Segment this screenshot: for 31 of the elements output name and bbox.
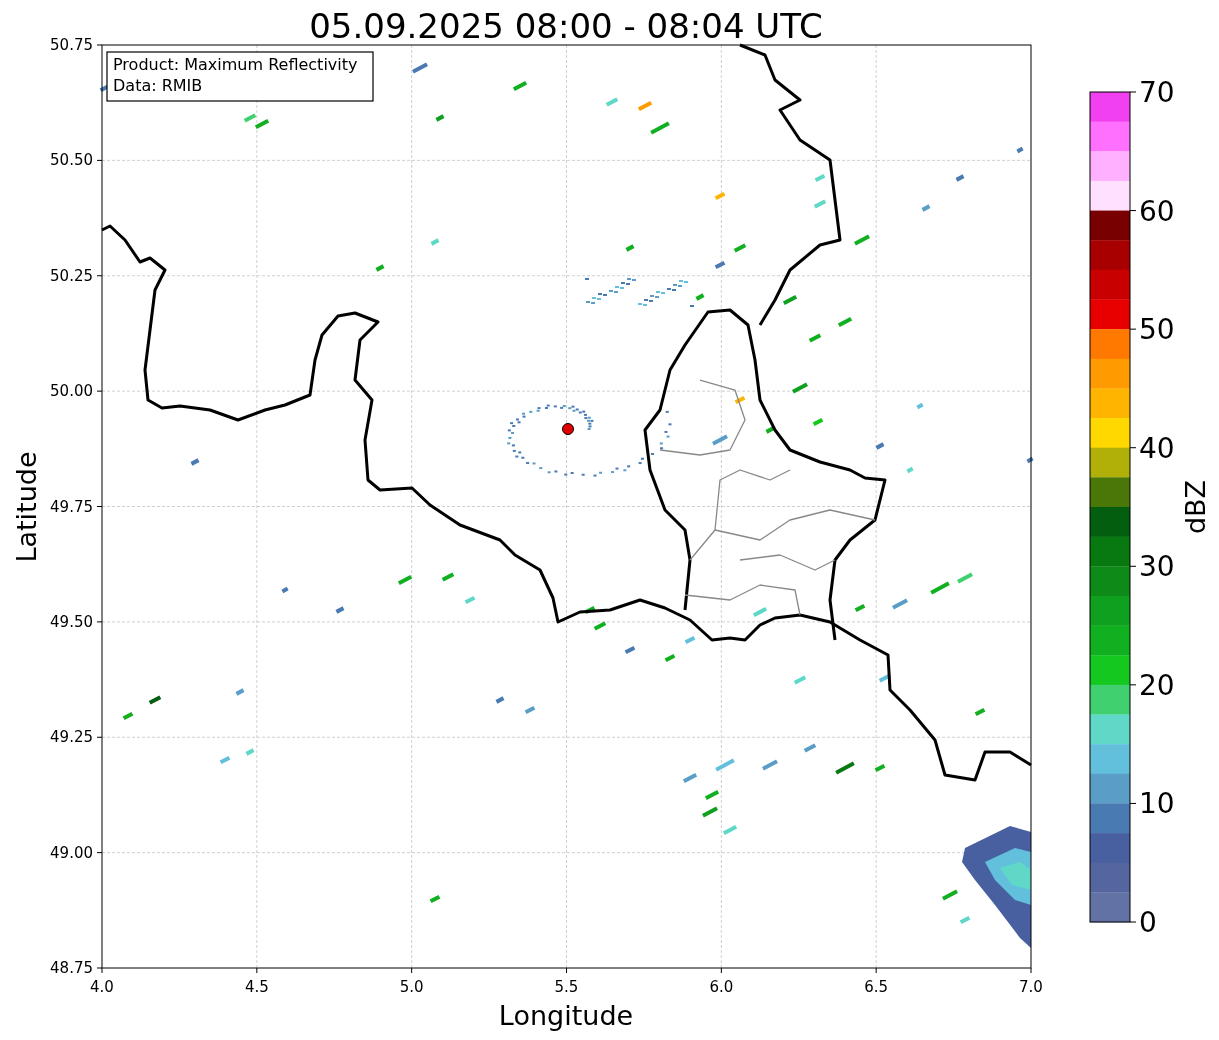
x-tick-label: 5.0 <box>399 978 424 996</box>
y-tick-label: 49.25 <box>50 728 93 747</box>
colorbar-tick-label: 50 <box>1139 313 1175 347</box>
colorbar-tick-label: 70 <box>1139 76 1175 109</box>
y-tick-label: 50.50 <box>50 151 93 170</box>
radar-station-marker <box>562 423 574 435</box>
x-tick-label: 4.0 <box>90 978 114 996</box>
x-tick-label: 7.0 <box>1019 978 1043 996</box>
colorbar-label: dBZ <box>1180 479 1211 535</box>
x-tick-label: 6.0 <box>709 978 734 996</box>
x-tick-label: 6.5 <box>864 978 889 996</box>
colorbar-tick-label: 60 <box>1139 194 1175 228</box>
colorbar-tick-label: 10 <box>1139 787 1175 821</box>
y-axis-label: Latitude <box>11 451 42 563</box>
info-text: Product: Maximum Reflectivity <box>113 55 358 74</box>
y-tick-label: 50.00 <box>50 382 93 401</box>
x-axis-label: Longitude <box>498 1000 634 1031</box>
colorbar-tick-label: 0 <box>1139 906 1157 939</box>
y-tick-label: 48.75 <box>50 959 93 977</box>
x-tick-label: 4.5 <box>244 978 269 996</box>
colorbar-tick-label: 40 <box>1139 431 1175 465</box>
y-tick-label: 49.00 <box>50 843 93 862</box>
x-tick-label: 5.5 <box>554 978 579 996</box>
chart-title: 05.09.2025 08:00 - 08:04 UTC <box>309 6 823 46</box>
info-text: Data: RMIB <box>113 76 203 95</box>
y-tick-label: 50.25 <box>50 266 93 285</box>
colorbar-tick-label: 30 <box>1139 550 1175 584</box>
y-tick-label: 49.75 <box>50 497 93 516</box>
y-tick-label: 50.75 <box>50 36 93 54</box>
colorbar-tick-label: 20 <box>1139 668 1175 702</box>
y-tick-label: 49.50 <box>50 612 93 631</box>
